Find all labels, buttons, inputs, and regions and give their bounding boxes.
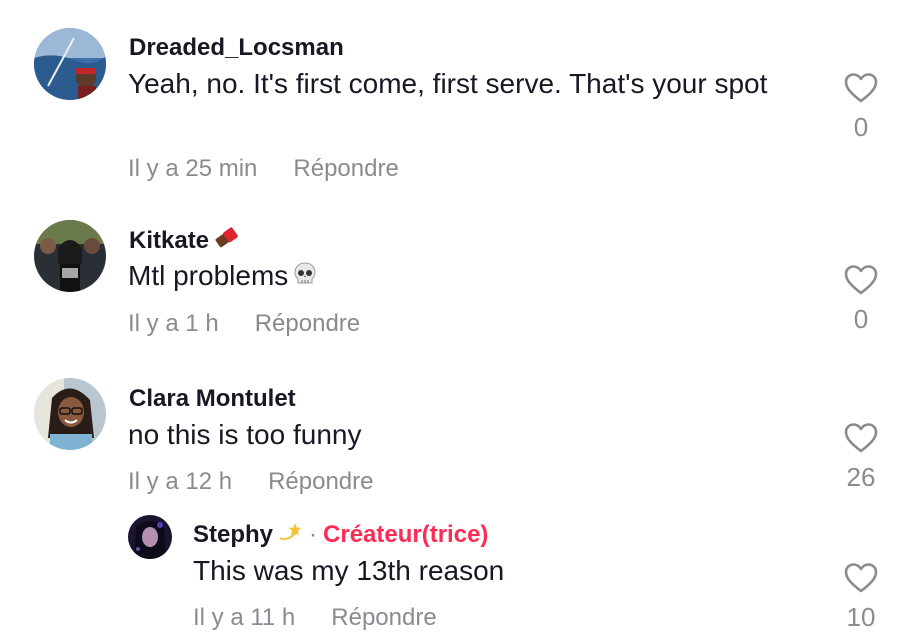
comment-item: Dreaded_Locsman Yeah, no. It's first com… [0,0,912,200]
reply-button[interactable]: Répondre [268,468,373,495]
comment-text: Yeah, no. It's first come, first serve. … [128,68,768,99]
avatar[interactable] [34,28,106,100]
reply-text: This was my 13th reason [193,555,505,586]
comment-time: Il y a 1 h [128,310,219,337]
avatar[interactable] [128,515,172,559]
creator-badge: Créateur(trice) [323,520,489,548]
reply-item: Stephy · Créateur(trice) This was my 13th … [0,510,912,640]
reply-time: Il y a 11 h [193,604,296,631]
separator-dot: · [309,520,318,548]
chocolate-bar-icon [213,226,239,257]
comment-text: Mtl problems [128,257,768,297]
like-button[interactable]: 0 [831,264,891,335]
heart-outline-icon [844,563,878,593]
like-count: 0 [853,304,869,334]
comment-username[interactable]: Kitkate [129,226,239,257]
reply-button[interactable]: Répondre [293,155,398,182]
reply-button[interactable]: Répondre [331,604,436,631]
comment-time: Il y a 12 h [128,468,233,495]
skull-icon [292,259,318,297]
comment-meta: Il y a 25 min Répondre [128,155,399,183]
like-button[interactable]: 26 [831,422,891,493]
comment-text: no this is too funny [128,419,362,450]
comment-item: Kitkate Mtl problems Il y a 1 h Répondre … [0,200,912,360]
comment-username[interactable]: Clara Montulet [129,385,296,413]
heart-outline-icon [844,423,878,453]
heart-outline-icon [844,73,878,103]
like-count: 10 [846,602,876,632]
avatar[interactable] [34,378,106,450]
avatar[interactable] [34,220,106,292]
reply-username[interactable]: Stephy [193,521,273,548]
comment-meta: Il y a 1 h Répondre [128,310,360,338]
dizzy-star-icon [277,520,303,551]
like-button[interactable]: 10 [831,562,891,633]
comment-username[interactable]: Dreaded_Locsman [129,34,344,62]
reply-meta: Il y a 11 h Répondre [193,604,437,632]
heart-outline-icon [844,265,878,295]
reply-username-row: Stephy · Créateur(trice) [193,520,488,551]
comment-item: Clara Montulet no this is too funny Il y… [0,360,912,510]
comment-time: Il y a 25 min [128,155,258,182]
like-count: 26 [846,462,876,492]
like-count: 0 [853,112,869,142]
reply-button[interactable]: Répondre [255,310,360,337]
like-button[interactable]: 0 [831,72,891,143]
comment-meta: Il y a 12 h Répondre [128,468,373,496]
